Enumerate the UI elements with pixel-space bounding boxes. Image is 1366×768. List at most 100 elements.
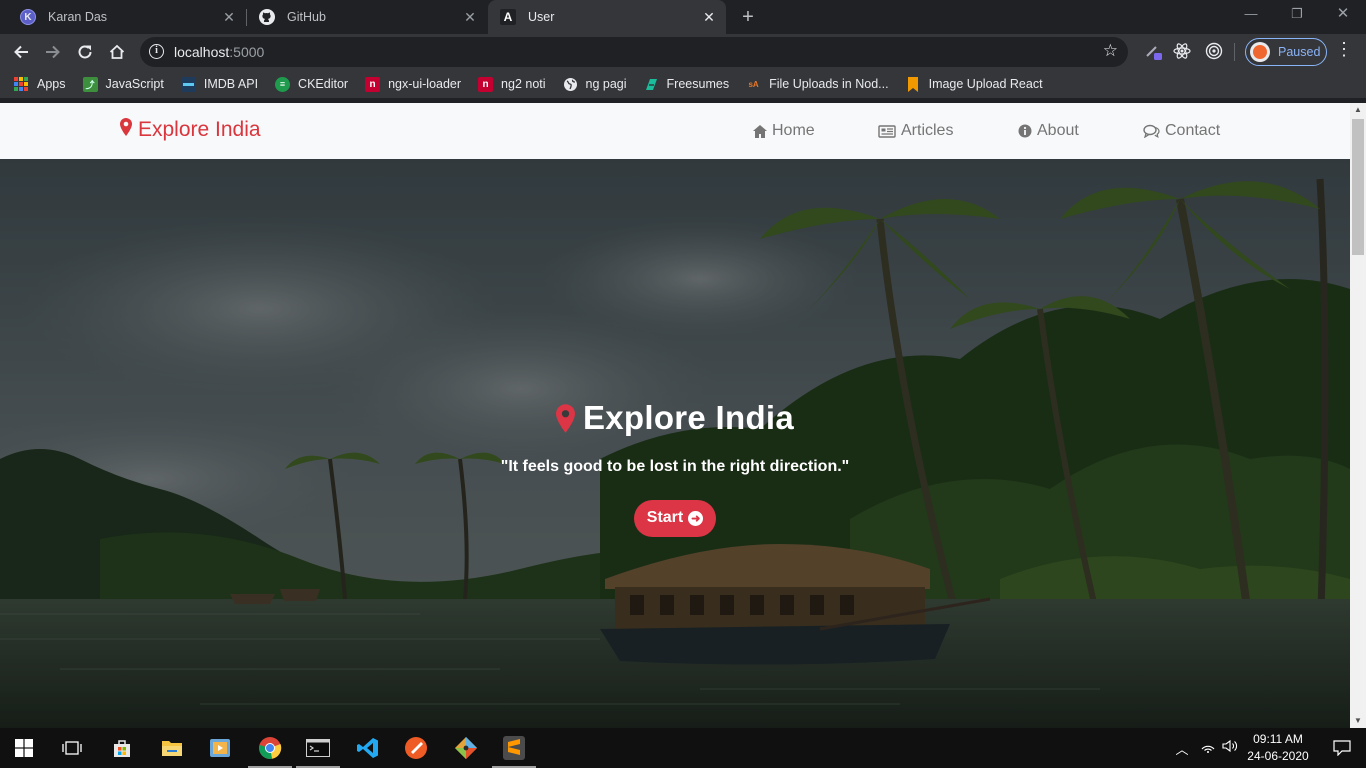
site-info-icon[interactable]: i <box>149 44 164 59</box>
tab-title: User <box>528 10 555 24</box>
close-window-button[interactable]: ✕ <box>1320 0 1366 30</box>
sublime-icon <box>503 736 525 760</box>
globe-icon <box>563 77 578 92</box>
chrome-icon <box>259 737 282 759</box>
bookmark-label: ng pagi <box>585 77 627 91</box>
file-explorer-button[interactable] <box>148 728 196 768</box>
hero-title-text: Explore India <box>582 399 795 436</box>
map-marker-icon <box>555 403 575 433</box>
comments-icon <box>1143 124 1160 138</box>
nav-home[interactable]: Home <box>753 122 815 140</box>
bookmark-freesumes[interactable]: Freesumes <box>644 77 730 92</box>
bookmark-image-upload-react[interactable]: Image Upload React <box>906 76 1043 92</box>
show-hidden-icons-chevron-icon[interactable]: ︿ <box>1173 739 1191 758</box>
postman-button[interactable] <box>392 728 440 768</box>
volume-icon[interactable] <box>1221 739 1239 756</box>
hero-content: Explore India "It feels good to be lost … <box>0 399 1350 537</box>
vscode-button[interactable] <box>344 728 392 768</box>
start-button-label: Start <box>646 509 684 526</box>
terminal-button[interactable] <box>294 728 342 768</box>
close-tab-icon[interactable]: ✕ <box>700 9 718 26</box>
bookmark-ng2-noti[interactable]: n ng2 noti <box>478 76 546 92</box>
nav-contact[interactable]: Contact <box>1143 122 1220 140</box>
target-extension-icon[interactable] <box>1204 42 1224 62</box>
clock-time: 09:11 AM <box>1253 732 1303 746</box>
clock-date: 24-06-2020 <box>1247 749 1309 763</box>
profile-status-label: Paused <box>1278 45 1321 59</box>
chrome-button[interactable] <box>246 728 294 768</box>
bookmark-ngx-ui-loader[interactable]: n ngx-ui-loader <box>365 76 462 92</box>
vscode-icon <box>357 738 378 758</box>
tab-github[interactable]: GitHub ✕ <box>247 0 487 34</box>
close-tab-icon[interactable]: ✕ <box>220 9 238 26</box>
browser-menu-icon[interactable]: ⋮ <box>1334 39 1354 60</box>
extension-pen-icon[interactable] <box>1144 42 1164 62</box>
task-view-button[interactable] <box>48 728 96 768</box>
terminal-icon <box>306 739 330 757</box>
hero-section: Explore India "It feels good to be lost … <box>0 159 1350 728</box>
sublime-text-button[interactable] <box>490 728 538 768</box>
bookmark-label: CKEditor <box>298 77 349 91</box>
address-bar[interactable]: i localhost:5000 ☆ <box>140 37 1128 67</box>
action-center-button[interactable] <box>1318 728 1366 768</box>
back-button[interactable] <box>7 38 35 66</box>
reload-button[interactable] <box>71 38 99 66</box>
bookmark-label: ng2 noti <box>501 77 546 91</box>
tab-user[interactable]: A User ✕ <box>488 0 726 34</box>
start-button[interactable]: Start ➜ <box>633 499 717 537</box>
git-button[interactable] <box>442 728 490 768</box>
ngx-ui-loader-favicon: n <box>365 76 381 92</box>
nav-articles[interactable]: Articles <box>878 122 953 140</box>
start-button[interactable] <box>0 728 48 768</box>
bookmark-file-uploads[interactable]: sA File Uploads in Nod... <box>746 77 889 92</box>
windows-logo-icon <box>15 739 33 757</box>
bookmark-label: Apps <box>37 77 66 91</box>
scrollbar-thumb[interactable] <box>1352 119 1364 255</box>
tab-karan-das[interactable]: K Karan Das ✕ <box>0 0 246 34</box>
bookmark-label: File Uploads in Nod... <box>769 77 889 91</box>
restore-button[interactable]: ❐ <box>1274 0 1320 30</box>
folder-icon <box>162 741 182 756</box>
react-devtools-icon[interactable] <box>1172 42 1192 62</box>
page-viewport: Explore India Home Articles About Contac… <box>0 103 1350 728</box>
nav-articles-label: Articles <box>901 122 954 139</box>
bookmarks-bar: Apps ⤴ JavaScript IMDB API ≡ CKEditor n … <box>0 70 1366 98</box>
home-button[interactable] <box>103 38 131 66</box>
forward-button[interactable] <box>39 38 67 66</box>
wifi-icon[interactable] <box>1199 739 1217 756</box>
scroll-up-arrow-icon[interactable]: ▲ <box>1350 103 1366 117</box>
microsoft-store-button[interactable] <box>98 728 146 768</box>
home-icon <box>109 44 125 59</box>
site-brand[interactable]: Explore India <box>120 118 261 142</box>
hero-quote: "It feels good to be lost in the right d… <box>500 457 850 475</box>
browser-tab-strip: K Karan Das ✕ GitHub ✕ A User ✕ + — ❐ ✕ <box>0 0 1366 34</box>
profile-button[interactable]: Paused <box>1245 38 1327 66</box>
postman-icon <box>405 737 427 759</box>
ng2-noti-favicon: n <box>478 76 494 92</box>
bookmark-label: ngx-ui-loader <box>388 77 462 91</box>
nav-home-label: Home <box>772 122 815 139</box>
angular-icon: A <box>500 9 516 25</box>
bookmark-javascript[interactable]: ⤴ JavaScript <box>82 76 164 92</box>
media-player-button[interactable] <box>196 728 244 768</box>
bookmark-ckeditor[interactable]: ≡ CKEditor <box>275 76 349 92</box>
bookmark-apps[interactable]: Apps <box>14 77 66 91</box>
avatar <box>1250 42 1270 62</box>
tab-title: Karan Das <box>48 10 108 24</box>
imdb-api-favicon <box>180 76 196 92</box>
bookmark-imdb-api[interactable]: IMDB API <box>180 76 259 92</box>
bookmark-label: IMDB API <box>203 77 259 91</box>
bookmark-label: Freesumes <box>666 77 730 91</box>
new-tab-button[interactable]: + <box>736 6 760 28</box>
brand-text: Explore India <box>138 118 261 141</box>
javascript-favicon: ⤴ <box>82 76 98 92</box>
close-tab-icon[interactable]: ✕ <box>461 9 479 26</box>
page-scrollbar[interactable]: ▲ ▼ <box>1350 103 1366 728</box>
system-clock[interactable]: 09:11 AM 24-06-2020 <box>1240 731 1316 765</box>
minimize-button[interactable]: — <box>1228 0 1274 30</box>
url-text: localhost:5000 <box>174 44 265 60</box>
nav-about[interactable]: About <box>1018 122 1079 140</box>
scroll-down-arrow-icon[interactable]: ▼ <box>1350 714 1366 728</box>
bookmark-ng-pagi[interactable]: ng pagi <box>563 77 627 92</box>
bookmark-star-icon[interactable]: ☆ <box>1103 41 1118 61</box>
